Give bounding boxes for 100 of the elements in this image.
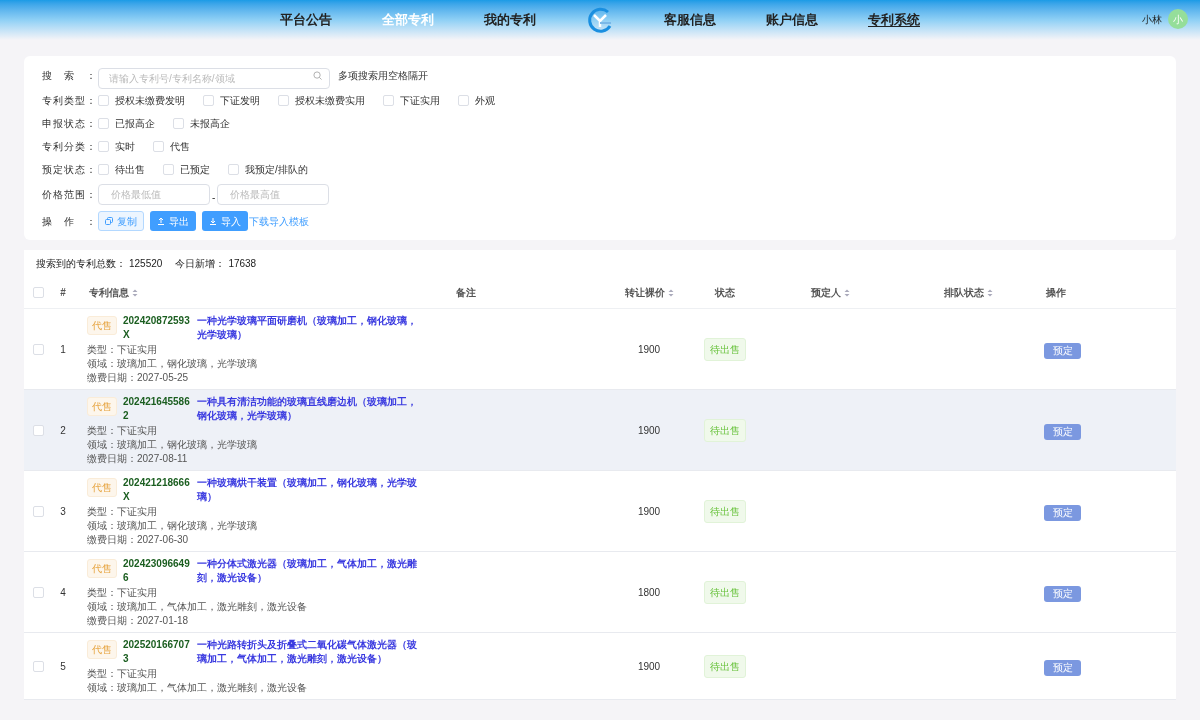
checkbox[interactable] — [32, 660, 44, 672]
patent-title-link[interactable]: 一种玻璃烘干装置（玻璃加工，钢化玻璃，光学玻璃） — [197, 476, 419, 504]
copy-icon — [105, 217, 113, 225]
search-hint: 多项搜索用空格隔开 — [338, 68, 428, 83]
price: 1900 — [637, 659, 661, 674]
row-number: 3 — [60, 504, 66, 519]
patent-number: 2024230966496 — [123, 557, 191, 585]
checkbox[interactable] — [203, 94, 214, 106]
price: 1900 — [637, 504, 661, 519]
stat-value: 17638 — [228, 257, 257, 271]
sort-icon[interactable] — [844, 288, 850, 297]
patent-detail: 领域：玻璃加工，气体加工，激光雕刻，激光设备 — [87, 600, 308, 613]
patent-detail: 类型：下证实用 — [87, 505, 158, 518]
field-label: 预定状态： — [42, 162, 96, 177]
column-header[interactable]: 预定人 — [811, 285, 850, 300]
column-header: 操作 — [1046, 286, 1066, 300]
checkbox-label: 授权未缴费发明 — [115, 93, 185, 108]
column-header: 备注 — [456, 286, 476, 300]
checkbox-label: 下证发明 — [220, 93, 260, 108]
checkbox[interactable] — [458, 94, 469, 106]
patent-detail: 缴费日期：2027-06-30 — [87, 533, 190, 546]
checkbox[interactable] — [228, 163, 239, 175]
search-icon — [313, 70, 322, 80]
checkbox[interactable] — [32, 586, 44, 598]
status-tag: 待出售 — [704, 418, 746, 442]
sort-icon[interactable] — [987, 288, 993, 297]
checkbox[interactable] — [98, 117, 109, 129]
checkbox[interactable] — [383, 94, 394, 106]
patent-number: 2024216455862 — [123, 395, 191, 423]
column-header[interactable]: 专利信息 — [89, 285, 138, 300]
checkbox-label: 实时 — [115, 139, 135, 154]
sort-icon[interactable] — [132, 288, 138, 297]
field-label: 申报状态： — [42, 116, 96, 131]
tag: 代售 — [87, 559, 117, 578]
patent-title-link[interactable]: 一种分体式激光器（玻璃加工，气体加工，激光雕刻，激光设备） — [197, 557, 419, 585]
checkbox[interactable] — [32, 505, 44, 517]
checkbox[interactable] — [32, 343, 44, 355]
nav-link[interactable]: 账户信息 — [766, 10, 818, 30]
tag: 代售 — [87, 640, 117, 659]
status-tag: 待出售 — [704, 499, 746, 523]
checkbox-label: 外观 — [475, 93, 495, 108]
checkbox-label: 已预定 — [180, 162, 210, 177]
upload-icon — [157, 217, 165, 225]
patent-detail: 类型：下证实用 — [87, 586, 158, 599]
field-label: 操作： — [42, 214, 96, 229]
patent-detail: 缴费日期：2027-01-18 — [87, 614, 190, 627]
patent-detail: 类型：下证实用 — [87, 343, 158, 356]
field-label: 专利类型： — [42, 93, 96, 108]
price-field[interactable]: 价格最高值 — [217, 183, 330, 205]
price: 1900 — [637, 342, 661, 357]
status-tag: 待出售 — [704, 580, 746, 604]
checkbox-label: 已报高企 — [115, 116, 155, 131]
checkbox[interactable] — [153, 140, 164, 152]
field-label: 价格范围： — [42, 187, 96, 202]
checkbox[interactable] — [32, 424, 44, 436]
stat-label: 今日新增： — [175, 257, 226, 271]
checkbox-label: 代售 — [170, 139, 190, 154]
checkbox[interactable] — [98, 140, 109, 152]
patent-title-link[interactable]: 一种光路转折头及折叠式二氧化碳气体激光器（玻璃加工，气体加工，激光雕刻，激光设备） — [197, 638, 419, 666]
nav-link[interactable]: 平台公告 — [280, 10, 332, 30]
search-field[interactable]: 请输入专利号/专利名称/领域 — [98, 67, 330, 89]
column-header: 状态 — [715, 286, 735, 300]
stat-label: 搜索到的专利总数： — [36, 257, 126, 271]
checkbox-label: 我预定/排队的 — [245, 162, 308, 177]
checkbox[interactable] — [98, 163, 109, 175]
column-header[interactable]: 转让裸价 — [624, 285, 674, 300]
checkbox[interactable] — [98, 94, 109, 106]
row-number: 5 — [60, 659, 66, 674]
patent-title-link[interactable]: 一种具有清洁功能的玻璃直线磨边机（玻璃加工，钢化玻璃，光学玻璃） — [197, 395, 419, 423]
nav-link[interactable]: 客服信息 — [664, 10, 716, 30]
checkbox[interactable] — [173, 117, 184, 129]
price: 1900 — [637, 423, 661, 438]
patent-title-link[interactable]: 一种光学玻璃平面研磨机（玻璃加工，钢化玻璃，光学玻璃） — [197, 314, 419, 342]
checkbox[interactable] — [278, 94, 289, 106]
row-number: 4 — [60, 585, 66, 600]
tag: 代售 — [87, 397, 117, 416]
range-separator: - — [212, 190, 216, 205]
stat-value: 125520 — [129, 257, 163, 271]
checkbox[interactable] — [32, 287, 44, 298]
column-header[interactable]: 排队状态 — [944, 285, 993, 300]
status-tag: 待出售 — [704, 654, 746, 678]
status-tag: 待出售 — [704, 337, 746, 361]
checkbox-label: 授权未缴费实用 — [295, 93, 365, 108]
patent-number: 2025201667073 — [123, 638, 191, 666]
patent-detail: 领域：玻璃加工，钢化玻璃，光学玻璃 — [87, 438, 258, 451]
patent-detail: 领域：玻璃加工，钢化玻璃，光学玻璃 — [87, 357, 258, 370]
table-row[interactable]: 2 代售 2024216455862 一种具有清洁功能的玻璃直线磨边机（玻璃加工，钢化玻璃，光学玻璃） 类型：下证实用 领域：玻璃加工，钢化玻璃，光学玻璃 缴费日期：2027-08-11 1900 待出售 预定 — [24, 390, 1176, 471]
row-number: 1 — [60, 342, 66, 357]
nav-link[interactable]: 专利系统 — [868, 10, 920, 30]
checkbox-label: 待出售 — [115, 162, 145, 177]
download-icon — [209, 217, 217, 225]
checkbox[interactable] — [163, 163, 174, 175]
checkbox-label: 未报高企 — [190, 116, 230, 131]
sort-icon[interactable] — [667, 288, 674, 297]
patent-detail: 领域：玻璃加工，钢化玻璃，光学玻璃 — [87, 519, 258, 532]
field-label: 专利分类： — [42, 139, 96, 154]
price: 1800 — [637, 585, 661, 600]
price-field[interactable]: 价格最低值 — [98, 183, 210, 205]
nav-link[interactable]: 我的专利 — [484, 10, 536, 30]
patent-number: 202421218666X — [123, 476, 191, 504]
